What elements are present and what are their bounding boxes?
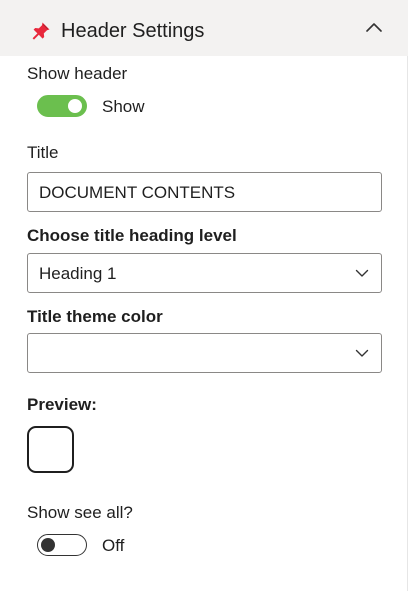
- chevron-down-icon: [355, 349, 369, 357]
- theme-color-label: Title theme color: [27, 307, 163, 326]
- preview-label: Preview:: [27, 395, 97, 414]
- see-all-state: Off: [102, 536, 125, 555]
- preview-swatch: [27, 426, 74, 473]
- show-header-state: Show: [102, 97, 145, 116]
- see-all-label: Show see all?: [27, 503, 133, 522]
- heading-level-select[interactable]: Heading 1: [27, 253, 382, 293]
- title-label: Title: [27, 143, 59, 162]
- see-all-toggle[interactable]: [37, 534, 87, 556]
- chevron-down-icon: [355, 269, 369, 277]
- show-header-label: Show header: [27, 64, 128, 83]
- header-settings-panel: Header Settings Show header Show Title D…: [0, 0, 408, 591]
- chevron-up-icon[interactable]: [364, 20, 384, 34]
- section-title: Header Settings: [61, 20, 205, 42]
- title-input-value: DOCUMENT CONTENTS: [39, 183, 236, 202]
- heading-level-label: Choose title heading level: [27, 226, 237, 245]
- show-header-toggle[interactable]: [37, 95, 87, 117]
- title-input[interactable]: DOCUMENT CONTENTS: [27, 172, 382, 212]
- toggle-knob: [41, 538, 55, 552]
- section-header[interactable]: Header Settings: [0, 0, 408, 56]
- toggle-knob: [68, 99, 82, 113]
- theme-color-select[interactable]: [27, 333, 382, 373]
- pin-icon: [32, 22, 50, 40]
- heading-level-value: Heading 1: [39, 264, 117, 283]
